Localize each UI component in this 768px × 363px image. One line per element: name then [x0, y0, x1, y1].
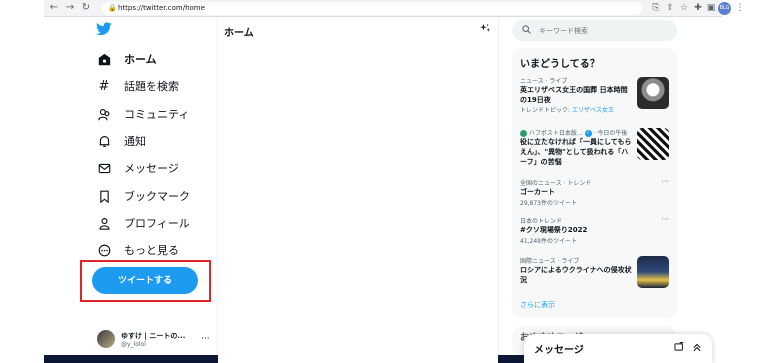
- search-input[interactable]: [539, 26, 659, 35]
- tweet-button[interactable]: ツイートする: [92, 267, 198, 294]
- sidebar-item-more[interactable]: もっと見る: [96, 240, 179, 260]
- account-switcher[interactable]: ゆすけ | ニートの... @y_lolol ···: [97, 328, 215, 350]
- account-handle: @y_lolol: [121, 340, 146, 348]
- account-text: ゆすけ | ニートの... @y_lolol: [121, 331, 195, 348]
- trend-thumbnail: [637, 256, 669, 288]
- home-icon: [96, 51, 112, 67]
- taskbar-strip-left: [44, 355, 218, 363]
- messages-drawer-title: メッセージ: [534, 345, 584, 356]
- page-title: ホーム: [224, 28, 254, 39]
- trend-more-icon[interactable]: ···: [661, 177, 669, 186]
- trend-title: #クソ現場祭り2022: [520, 226, 588, 234]
- sidebar-item-label: メッセージ: [124, 162, 179, 175]
- reload-icon[interactable]: ↻: [80, 2, 92, 14]
- avatar: [520, 130, 527, 137]
- install-icon[interactable]: ⎘: [650, 2, 662, 14]
- trend-topic-link[interactable]: エリザベス女王: [572, 107, 614, 114]
- lock-icon: 🔒: [108, 4, 117, 12]
- trend-meta: 全国のニュース · トレンド: [520, 180, 592, 187]
- profile-avatar[interactable]: BLG: [718, 2, 731, 15]
- person-icon: [96, 215, 112, 231]
- trend-title: ゴーカート: [520, 188, 555, 196]
- trends-heading: いまどうしてる？: [520, 59, 600, 70]
- trend-title: 役に立たなければ「一員にしてもらえん」、"異物"として扱われる「ハーフ」の苦悩: [520, 138, 632, 166]
- sidebar-item-label: ブックマーク: [124, 190, 190, 203]
- chevron-up-icon[interactable]: [692, 342, 702, 355]
- url-text: https://twitter.com/home: [118, 4, 205, 12]
- trends-panel: いまどうしてる？ ニュース · ライブ 英エリザベス女王の国葬 日本時間の19日…: [512, 48, 677, 318]
- sidebar-item-explore[interactable]: # 話題を検索: [96, 76, 179, 96]
- forward-icon[interactable]: →: [64, 2, 76, 14]
- trend-item[interactable]: 全国のニュース · トレンド ゴーカート 29,873件のツイート: [520, 178, 670, 207]
- sidebar-item-communities[interactable]: コミュニティ: [96, 104, 189, 124]
- sidebar-item-home[interactable]: ホーム: [96, 49, 157, 69]
- sidebar-item-messages[interactable]: メッセージ: [96, 158, 179, 178]
- trend-count: 41,249件のツイート: [520, 238, 577, 245]
- envelope-icon: [96, 160, 112, 176]
- show-more-link[interactable]: さらに表示: [520, 300, 555, 310]
- search-box[interactable]: [512, 20, 677, 41]
- sidebar-item-label: もっと見る: [124, 244, 179, 257]
- share-icon[interactable]: ⇪: [664, 2, 676, 14]
- sidebar-item-label: 通知: [124, 135, 146, 148]
- sidebar-item-bookmarks[interactable]: ブックマーク: [96, 186, 190, 206]
- sidebar-item-notifications[interactable]: 通知: [96, 131, 146, 151]
- more-circle-icon: [96, 242, 112, 258]
- search-icon: [522, 25, 531, 36]
- account-more-icon[interactable]: ···: [201, 334, 210, 344]
- bell-icon: [96, 133, 112, 149]
- trend-meta: 日本のトレンド: [520, 218, 563, 225]
- extensions-icon[interactable]: ✚: [692, 2, 704, 14]
- trend-title: 英エリザベス女王の国葬 日本時間の19日夜: [520, 86, 628, 104]
- sidebar-item-label: プロフィール: [124, 217, 190, 230]
- column-divider-right: [498, 17, 499, 363]
- hashtag-icon: #: [98, 78, 110, 94]
- messages-drawer[interactable]: メッセージ: [524, 334, 712, 363]
- trend-thumbnail: [637, 77, 669, 109]
- trend-more-icon[interactable]: ···: [661, 215, 669, 224]
- taskbar-strip-right: [498, 355, 524, 363]
- back-icon[interactable]: ←: [48, 2, 60, 14]
- star-icon[interactable]: ☆: [678, 2, 690, 14]
- trend-thumbnail: [637, 128, 669, 160]
- trend-topic-prefix: トレンドトピック:: [520, 107, 572, 114]
- sidebar-item-label: 話題を検索: [124, 80, 179, 93]
- column-divider-left: [217, 17, 218, 363]
- browser-toolbar: ← → ↻ 🔒 https://twitter.com/home ⎘ ⇪ ☆ ✚…: [44, 0, 745, 17]
- trend-item[interactable]: 日本のトレンド #クソ現場祭り2022 41,249件のツイート: [520, 216, 670, 245]
- trend-count: 29,873件のツイート: [520, 200, 577, 207]
- menu-kebab-icon[interactable]: ⋮: [734, 2, 746, 14]
- new-message-icon[interactable]: [674, 340, 684, 355]
- sidebar-item-label: ホーム: [124, 53, 157, 66]
- trend-time: · 今日の午後: [593, 130, 628, 137]
- address-bar[interactable]: 🔒 https://twitter.com/home: [102, 2, 642, 15]
- sidepanel-icon[interactable]: ▣: [705, 2, 717, 14]
- trend-title: ロシアによるウクライナへの侵攻状況: [520, 266, 632, 284]
- account-name: ゆすけ | ニートの...: [121, 331, 186, 340]
- bookmark-icon: [96, 188, 112, 204]
- sidebar-item-profile[interactable]: プロフィール: [96, 213, 190, 233]
- trend-author: ハフポスト日本版...: [528, 130, 583, 137]
- twitter-bird-icon[interactable]: [96, 22, 112, 36]
- sidebar-item-label: コミュニティ: [124, 108, 190, 121]
- avatar: [97, 330, 115, 348]
- sparkle-icon[interactable]: [480, 23, 491, 37]
- verified-icon: ✓: [584, 130, 592, 137]
- community-icon: [96, 106, 112, 122]
